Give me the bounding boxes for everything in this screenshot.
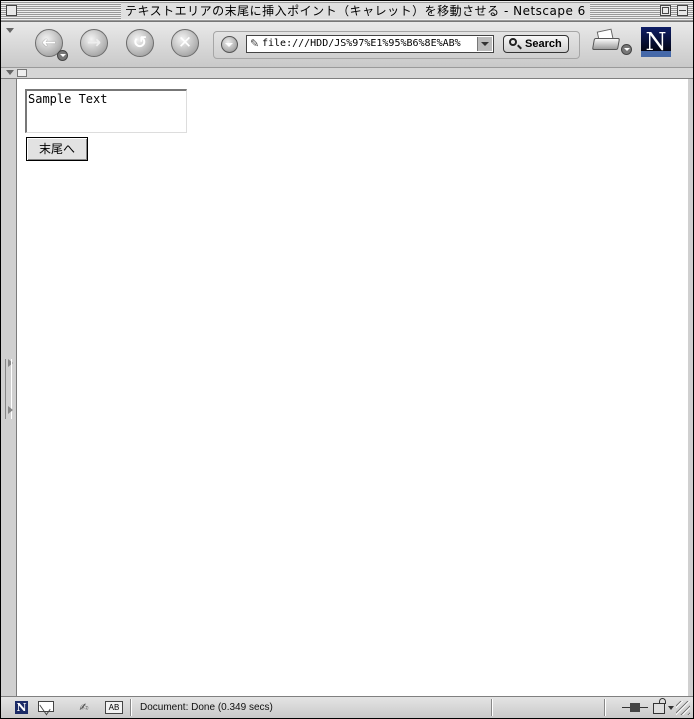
status-text: Document: Done (0.349 secs)	[140, 702, 273, 713]
logo-letter: N	[645, 28, 667, 56]
resize-grip-icon[interactable]	[676, 701, 690, 715]
move-to-end-button[interactable]: 末尾へ	[26, 137, 88, 161]
stop-icon: ✕	[177, 33, 193, 53]
search-button[interactable]: Search	[503, 35, 569, 53]
security-dropdown-icon[interactable]	[668, 706, 674, 710]
status-separator	[491, 699, 492, 716]
forward-button[interactable]: →	[80, 29, 108, 57]
printer-icon[interactable]	[591, 28, 621, 54]
toolbar-grip-icon[interactable]	[6, 70, 14, 75]
personal-toolbar-collapsed[interactable]	[1, 68, 693, 79]
url-bar-group: ✎ file:///HDD/JS%97%E1%95%B6%8E%AB% Sear…	[213, 31, 580, 59]
sample-textarea[interactable]: Sample Text	[25, 89, 187, 133]
mail-icon[interactable]	[38, 701, 54, 712]
right-edge	[688, 79, 693, 696]
reload-icon: ↺	[132, 33, 148, 53]
page-proxy-icon[interactable]: ✎	[250, 37, 259, 51]
status-separator	[130, 699, 131, 716]
stop-button[interactable]: ✕	[171, 29, 199, 57]
forward-arrow-icon: →	[86, 33, 102, 53]
close-box-icon[interactable]	[6, 5, 17, 16]
navigation-toolbar: ← → ↺ ✕ ✎ file:///HDD/JS%97%E1%95%B6%8E%…	[1, 22, 693, 68]
compose-icon[interactable]: ✍	[75, 701, 93, 714]
url-input[interactable]: ✎ file:///HDD/JS%97%E1%95%B6%8E%AB%	[246, 35, 494, 53]
search-button-label: Search	[525, 38, 562, 50]
back-history-dropdown-icon[interactable]	[57, 50, 68, 61]
page-content: Sample Text 末尾へ	[17, 79, 688, 696]
status-separator	[604, 699, 605, 716]
security-lock-icon[interactable]	[653, 698, 666, 714]
back-button[interactable]: ←	[35, 29, 68, 61]
url-text: file:///HDD/JS%97%E1%95%B6%8E%AB%	[262, 38, 461, 49]
magnifier-icon	[509, 38, 517, 46]
status-bar: N ✍ AB Document: Done (0.349 secs)	[1, 696, 693, 718]
toolbar-grip-icon[interactable]	[5, 26, 15, 64]
title-bar[interactable]: テキストエリアの末尾に挿入ポイント（キャレット）を移動させる - Netscap…	[1, 1, 693, 22]
netscape-n-icon[interactable]: N	[15, 701, 28, 714]
netscape-logo-icon[interactable]: N	[641, 27, 671, 57]
back-arrow-icon: ←	[41, 33, 57, 53]
sidebar-grippy[interactable]	[1, 79, 17, 696]
address-book-icon[interactable]: AB	[105, 701, 123, 714]
print-dropdown-icon[interactable]	[621, 44, 632, 55]
browser-window: テキストエリアの末尾に挿入ポイント（キャレット）を移動させる - Netscap…	[0, 0, 694, 719]
collapsed-toolbar-tab-icon[interactable]	[17, 69, 27, 77]
collapse-box-icon[interactable]	[677, 5, 688, 16]
online-connection-icon[interactable]	[622, 703, 648, 712]
url-history-dropdown-icon[interactable]	[477, 37, 492, 51]
reload-button[interactable]: ↺	[126, 29, 154, 57]
bookmark-dropdown-icon[interactable]	[221, 36, 238, 53]
window-title: テキストエリアの末尾に挿入ポイント（キャレット）を移動させる - Netscap…	[121, 3, 590, 19]
sidebar-open-arrow-icon	[8, 406, 13, 414]
printer-body-shape	[591, 38, 621, 50]
zoom-box-icon[interactable]	[660, 5, 671, 16]
